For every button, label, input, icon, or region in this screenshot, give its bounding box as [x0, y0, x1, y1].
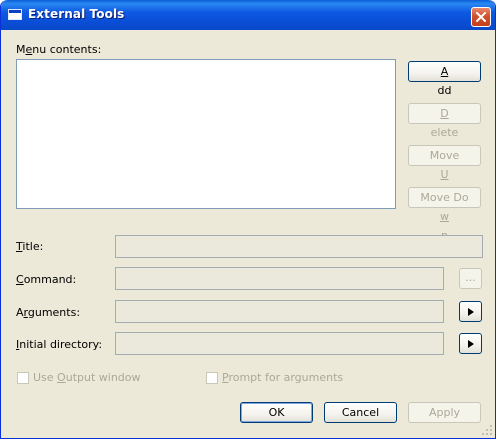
browse-button[interactable]: ...	[459, 268, 482, 289]
arrow-right-icon	[468, 340, 474, 348]
apply-button[interactable]: Apply	[408, 402, 481, 423]
use-output-window-label: Use Output window	[33, 371, 141, 384]
command-field[interactable]	[115, 267, 444, 290]
title-label: Title:	[16, 240, 44, 253]
delete-button[interactable]: Delete	[408, 103, 481, 139]
arrow-right-icon	[468, 308, 474, 316]
cancel-button[interactable]: Cancel	[324, 402, 397, 423]
move-up-button[interactable]: Move Up	[408, 145, 481, 200]
title-field[interactable]	[115, 235, 483, 258]
initial-directory-field[interactable]	[115, 332, 444, 355]
ok-button[interactable]: OK	[240, 402, 313, 423]
menu-contents-list[interactable]	[16, 59, 396, 209]
close-icon	[476, 12, 486, 22]
initial-directory-label: Initial directory:	[16, 338, 103, 351]
arguments-menu-button[interactable]	[459, 301, 482, 322]
menu-contents-label: Menu contents:	[16, 43, 102, 56]
prompt-for-arguments-label: Prompt for arguments	[222, 371, 344, 384]
arguments-label: Arguments:	[16, 306, 81, 319]
initial-directory-menu-button[interactable]	[459, 333, 482, 354]
prompt-for-arguments-checkbox[interactable]	[206, 372, 218, 384]
window-title: External Tools	[28, 7, 125, 21]
title-bar[interactable]: External Tools	[1, 0, 495, 30]
command-label: Command:	[16, 273, 77, 286]
use-output-window-checkbox[interactable]	[17, 372, 29, 384]
add-button[interactable]: Add	[408, 61, 481, 97]
resize-grip-icon[interactable]	[481, 424, 493, 436]
close-button[interactable]	[471, 7, 491, 27]
external-tools-dialog: External Tools Menu contents: Add Delete…	[0, 0, 496, 439]
window-icon	[8, 9, 22, 20]
move-down-button[interactable]: Move Down	[408, 187, 481, 242]
arguments-field[interactable]	[115, 300, 444, 323]
